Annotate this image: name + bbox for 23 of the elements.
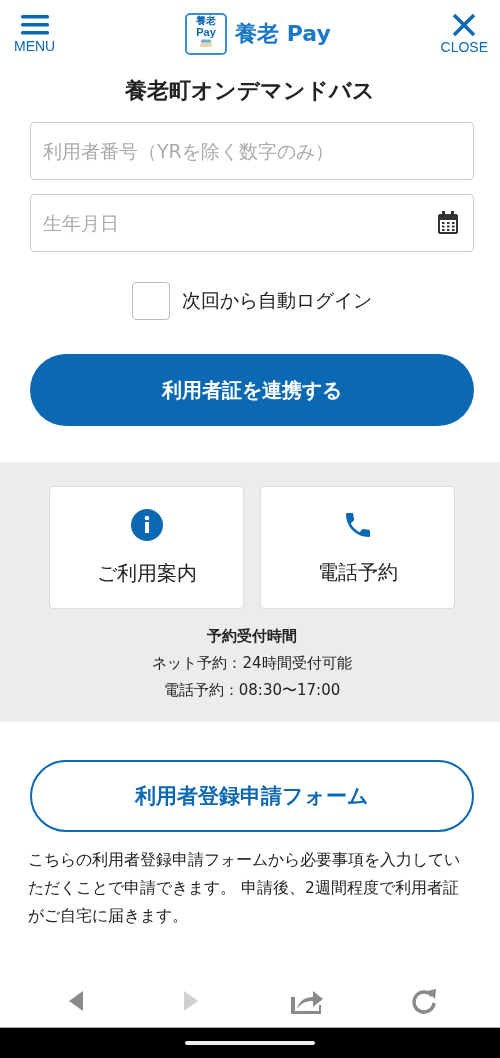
logo-badge-text: Pay — [196, 26, 216, 38]
registration-description: こちらの利用者登録申請フォームから必要事項を入力していただくことで申請できます。 申請後、2週間程度で利用者証がご自宅に届きます。 — [28, 850, 461, 927]
close-icon — [452, 13, 477, 37]
logo-text: 養老 Pay — [235, 20, 331, 48]
menu-card[interactable]: 電話予約 — [260, 486, 455, 609]
menu-icon — [20, 14, 49, 36]
menu-card[interactable]: ご利用案内 — [49, 486, 244, 609]
birthdate-field[interactable]: 生年月日 — [30, 194, 474, 252]
hours-text: 電話予約：08:30〜17:00 — [163, 681, 341, 700]
logo-badge-text: 養老 — [196, 15, 217, 26]
close-button[interactable]: CLOSE — [440, 13, 488, 55]
menu-button[interactable]: MENU — [14, 14, 56, 54]
link-card-button[interactable]: 利用者証を連携する — [30, 354, 474, 426]
registration-button[interactable]: 利用者登録申請フォーム — [30, 760, 474, 832]
user-number-field[interactable]: 利用者番号（YRを除く数字のみ） — [30, 122, 474, 180]
hours-text: ネット予約：24時間受付可能 — [152, 654, 352, 673]
auto-login-checkbox[interactable] — [132, 282, 170, 320]
auto-login-label: 次回から自動ログイン — [182, 288, 372, 313]
reload-icon[interactable] — [409, 987, 438, 1015]
calendar-icon[interactable] — [436, 210, 460, 236]
page-title: 養老町オンデマンドバス — [124, 77, 376, 105]
info-icon — [129, 508, 164, 542]
hours-title: 予約受付時間 — [207, 627, 297, 646]
